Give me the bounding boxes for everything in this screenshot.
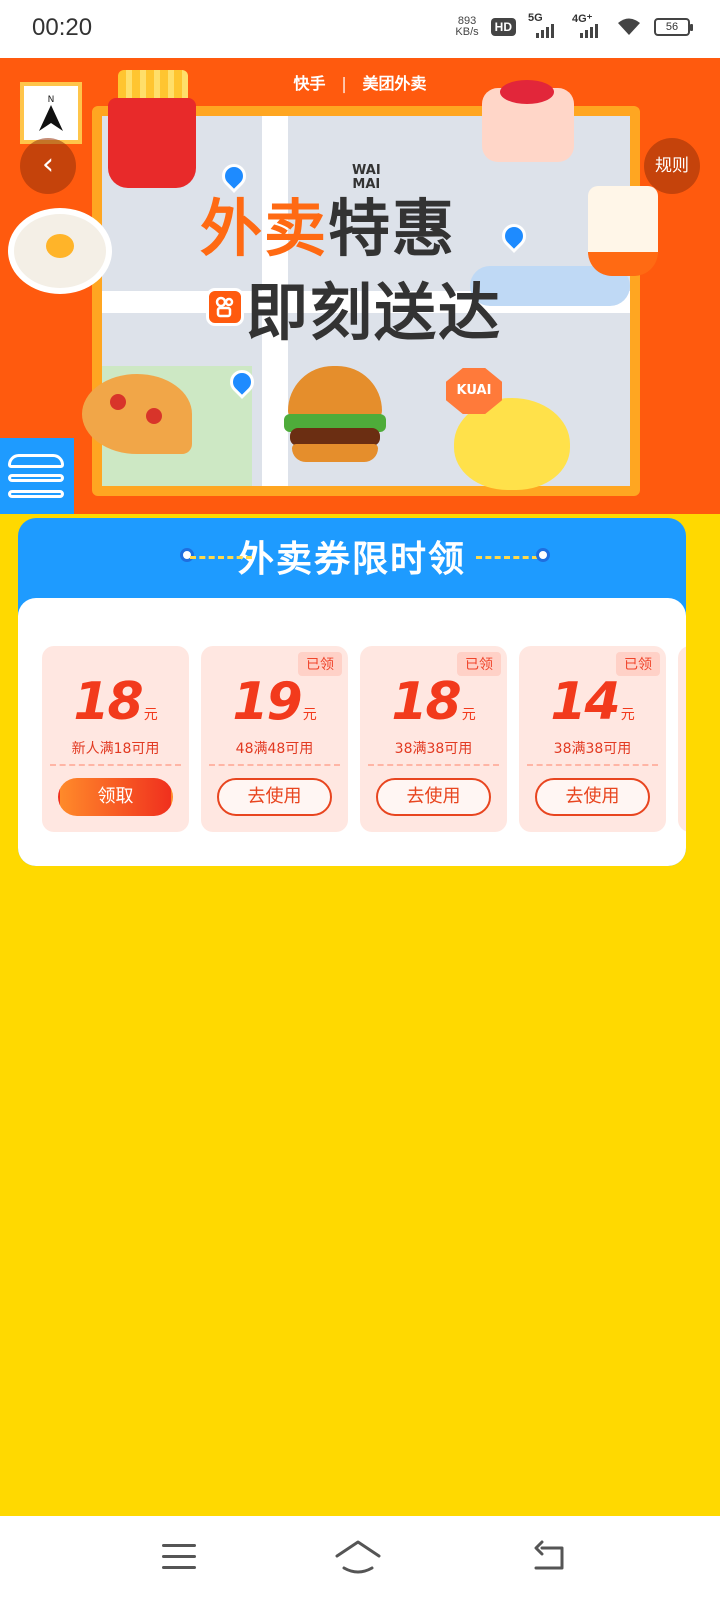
status-bar: 00:20 893 KB/s HD 5G 4G⁺ 56 (0, 0, 720, 58)
burger-outline-icon (0, 438, 74, 514)
meituan-waimai-logo: 美团外卖 (362, 74, 427, 93)
battery-icon: 56 (654, 18, 693, 36)
coupon-condition: 38满38可用 (394, 741, 473, 757)
waimai-tag: WAI MAI (352, 164, 381, 192)
pizza-illustration (82, 374, 192, 454)
coupon-amount-unit: 元 (143, 707, 158, 723)
battery-level: 56 (665, 21, 679, 33)
coupon-divider (50, 764, 181, 766)
coupon-condition: 38满38可用 (553, 741, 632, 757)
headline-highlight: 外卖 (200, 192, 329, 265)
coupon-amount-unit: 元 (461, 707, 476, 723)
fries-box-illustration (108, 98, 196, 188)
wifi-icon (618, 18, 640, 35)
coupon-item[interactable]: 18 元 新人满18可用 领取 (42, 646, 189, 832)
coupon-amount: 14 元 (519, 672, 666, 732)
coupon-card: 外卖券限时领 18 元 新人满18可用 领取 已领 19 元 48满48可用 去使用… (18, 518, 686, 866)
back-button[interactable]: ‹ (20, 138, 76, 194)
drink-cup-illustration (588, 186, 658, 276)
coupon-item[interactable]: 已领 14 元 38满38可用 去使用 (519, 646, 666, 832)
dotted-line (476, 556, 538, 559)
egg-yolk-illustration (46, 234, 74, 258)
coupon-amount-value: 14 (550, 672, 620, 732)
coupon-divider (527, 764, 658, 766)
coupon-divider (368, 764, 499, 766)
use-coupon-button[interactable]: 去使用 (535, 778, 650, 816)
coupon-amount: 19 元 (201, 672, 348, 732)
coupon-header: 外卖券限时领 (18, 518, 686, 598)
location-pin-icon (536, 548, 550, 562)
network-speed: 893 KB/s (455, 16, 478, 38)
coupon-condition: 新人满18可用 (71, 741, 160, 757)
coupon-amount-value: 19 (232, 672, 302, 732)
coupon-amount: 18 元 (42, 672, 189, 732)
network-speed-unit: KB/s (455, 26, 479, 38)
strawberry-topping-illustration (500, 80, 554, 104)
claim-coupon-button[interactable]: 领取 (58, 778, 173, 816)
hd-voice-icon: HD (490, 18, 516, 36)
coupon-item[interactable]: 已领 18 元 38满38可用 去使用 (360, 646, 507, 832)
menu-icon[interactable] (162, 1544, 196, 1570)
signal-sim2-icon: 4G⁺ (572, 13, 604, 38)
coupon-row[interactable]: 18 元 新人满18可用 领取 已领 19 元 48满48可用 去使用 已领 18 元… (42, 646, 686, 832)
coupon-list: 18 元 新人满18可用 领取 已领 19 元 48满48可用 去使用 已领 18 元… (18, 598, 686, 866)
use-coupon-button[interactable]: 去使用 (217, 778, 332, 816)
coupon-amount: 18 元 (360, 672, 507, 732)
promo-banner: 快手 | 美团外卖 N ‹ 规则 KUAI WAI MAI 外卖特惠 即刻送达 (0, 58, 720, 514)
waimai-tag-line1: WAI (352, 163, 381, 178)
coupon-section-title: 外卖券限时领 (237, 539, 466, 580)
coupon-amount-unit: 元 (620, 707, 635, 723)
compass-north-label: N (48, 95, 55, 105)
bun-bottom-illustration (292, 444, 378, 462)
headline-rest: 特惠 (328, 192, 457, 265)
coupon-amount-value: 18 (391, 672, 461, 732)
brand-logos: 快手 | 美团外卖 (293, 74, 427, 93)
sim2-network-label: 4G⁺ (572, 13, 593, 25)
dotted-line (190, 556, 252, 559)
waimai-tag-line2: MAI (352, 177, 381, 192)
use-coupon-button[interactable]: 去使用 (376, 778, 491, 816)
banner-headline: WAI MAI 外卖特惠 即刻送达 (200, 164, 540, 352)
status-icons: 893 KB/s HD 5G 4G⁺ 56 (455, 12, 693, 38)
sim1-network-label: 5G (528, 12, 543, 24)
signal-sim1-icon: 5G (528, 12, 560, 38)
coupon-item[interactable]: 已领 19 元 48满48可用 去使用 (201, 646, 348, 832)
system-nav-bar (0, 1516, 720, 1600)
coupon-divider (209, 764, 340, 766)
clock: 00:20 (32, 14, 93, 41)
kuaishou-icon (206, 288, 244, 326)
pepperoni-illustration (146, 408, 162, 424)
coupon-item-partial[interactable] (678, 646, 686, 832)
headline-line2: 即刻送达 (246, 276, 503, 349)
coupon-condition: 48满48可用 (235, 741, 314, 757)
coupon-amount-value: 18 (73, 672, 143, 732)
back-nav-icon[interactable] (530, 1540, 570, 1574)
rules-button[interactable]: 规则 (644, 138, 700, 194)
coupon-amount-unit: 元 (302, 707, 317, 723)
location-pin-icon (180, 548, 194, 562)
compass-icon: N (20, 82, 82, 144)
kuaishou-logo: 快手 (293, 74, 326, 93)
home-icon[interactable] (334, 1538, 382, 1576)
pepperoni-illustration (110, 394, 126, 410)
